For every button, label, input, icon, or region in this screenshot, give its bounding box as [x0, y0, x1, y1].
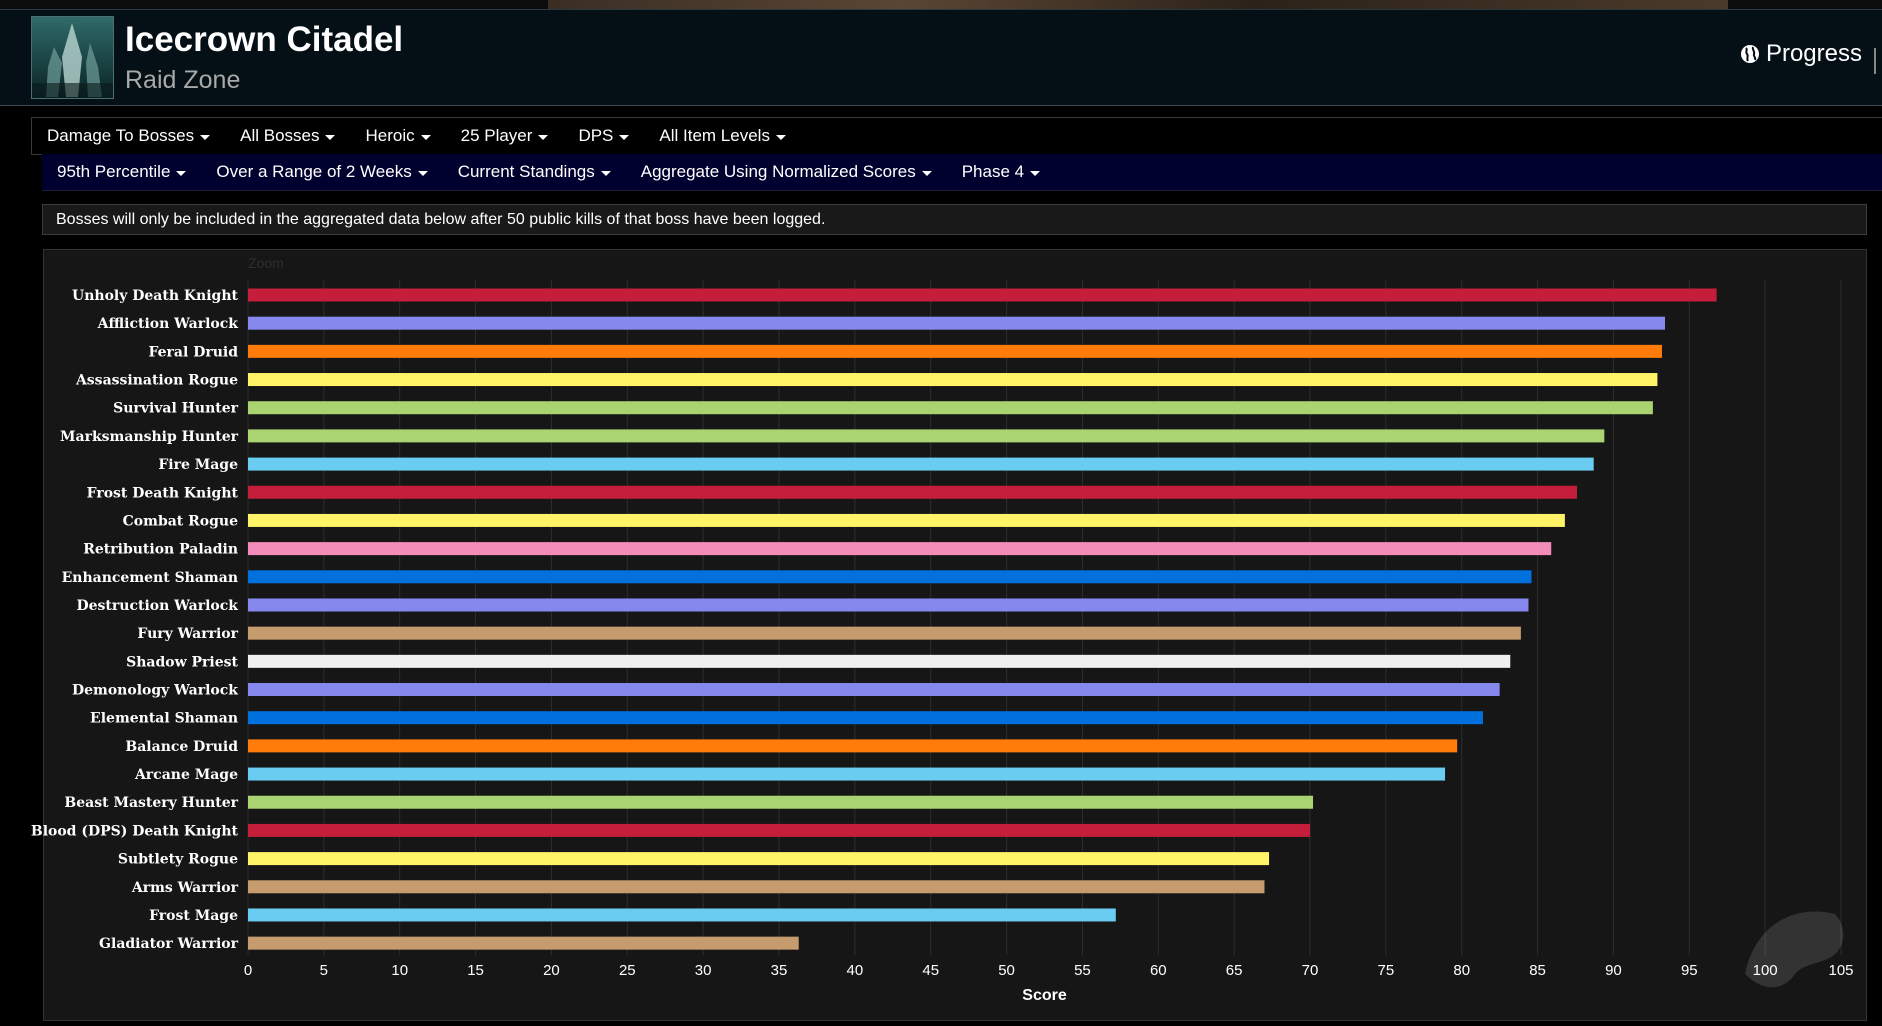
- x-tick-label: 65: [1226, 962, 1243, 979]
- category-label: Assassination Rogue: [75, 373, 238, 389]
- bar: [248, 654, 1511, 668]
- category-label: Unholy Death Knight: [72, 288, 239, 304]
- x-tick-label: 55: [1074, 962, 1091, 979]
- x-tick-label: 85: [1529, 962, 1546, 979]
- category-label: Elemental Shaman: [90, 711, 238, 727]
- bar: [248, 823, 1310, 837]
- category-label: Beast Mastery Hunter: [64, 795, 238, 811]
- x-tick-label: 35: [771, 962, 788, 979]
- x-tick-label: 75: [1378, 962, 1395, 979]
- x-tick-label: 95: [1681, 962, 1698, 979]
- category-label: Arms Warrior: [131, 880, 239, 896]
- bar: [248, 908, 1116, 922]
- x-axis-title: Score: [1022, 987, 1067, 1004]
- bar: [248, 542, 1552, 556]
- watermark-logo-icon: [1745, 911, 1844, 988]
- bar: [248, 626, 1521, 640]
- category-label: Survival Hunter: [113, 401, 238, 417]
- bar: [248, 316, 1666, 330]
- category-label: Frost Mage: [149, 908, 238, 924]
- x-tick-label: 5: [320, 962, 328, 979]
- category-label: Subtlety Rogue: [118, 852, 238, 868]
- category-label: Arcane Mage: [134, 767, 238, 783]
- bar: [248, 513, 1565, 527]
- category-label: Destruction Warlock: [77, 598, 239, 614]
- bar: [248, 852, 1270, 866]
- x-tick-label: 0: [244, 962, 252, 979]
- bar: [248, 739, 1458, 753]
- bar: [248, 711, 1483, 725]
- x-tick-label: 60: [1150, 962, 1167, 979]
- x-tick-label: 50: [998, 962, 1015, 979]
- bar: [248, 880, 1265, 894]
- category-label: Marksmanship Hunter: [60, 429, 239, 445]
- category-label: Enhancement Shaman: [62, 570, 238, 586]
- bar: [248, 485, 1578, 499]
- category-label: Feral Druid: [148, 344, 238, 360]
- bar: [248, 683, 1500, 697]
- bar: [248, 288, 1717, 302]
- bar: [248, 795, 1314, 809]
- x-tick-label: 25: [619, 962, 636, 979]
- x-tick-label: 15: [467, 962, 484, 979]
- bar-chart: 0 5 10 15 20 25 30 35 40 45 50 55 60 65 70 75 80 85 90 95 10…: [31, 280, 1854, 1004]
- bar: [248, 598, 1529, 612]
- x-tick-label: 10: [391, 962, 408, 979]
- bar: [248, 429, 1605, 443]
- x-tick-label: 70: [1302, 962, 1319, 979]
- category-label: Retribution Paladin: [83, 542, 238, 558]
- bar: [248, 457, 1594, 471]
- bar: [248, 936, 799, 950]
- bar: [248, 344, 1662, 358]
- x-tick-label: 45: [922, 962, 939, 979]
- bar: [248, 570, 1532, 584]
- category-label: Affliction Warlock: [97, 316, 239, 332]
- category-label: Balance Druid: [125, 739, 238, 755]
- x-tick-label: 90: [1605, 962, 1622, 979]
- bar: [248, 767, 1446, 781]
- bar: [248, 373, 1658, 387]
- category-label: Demonology Warlock: [72, 683, 238, 699]
- x-tick-label: 20: [543, 962, 560, 979]
- bar: [248, 401, 1653, 415]
- category-label: Fire Mage: [158, 457, 238, 473]
- category-label: Combat Rogue: [123, 513, 238, 529]
- x-tick-label: 30: [695, 962, 712, 979]
- category-label: Blood (DPS) Death Knight: [31, 823, 239, 839]
- category-label: Gladiator Warrior: [99, 936, 239, 952]
- x-tick-label: 80: [1453, 962, 1470, 979]
- x-tick-label: 40: [847, 962, 864, 979]
- category-label: Fury Warrior: [137, 626, 238, 642]
- category-label: Frost Death Knight: [87, 485, 239, 501]
- category-label: Shadow Priest: [126, 654, 238, 670]
